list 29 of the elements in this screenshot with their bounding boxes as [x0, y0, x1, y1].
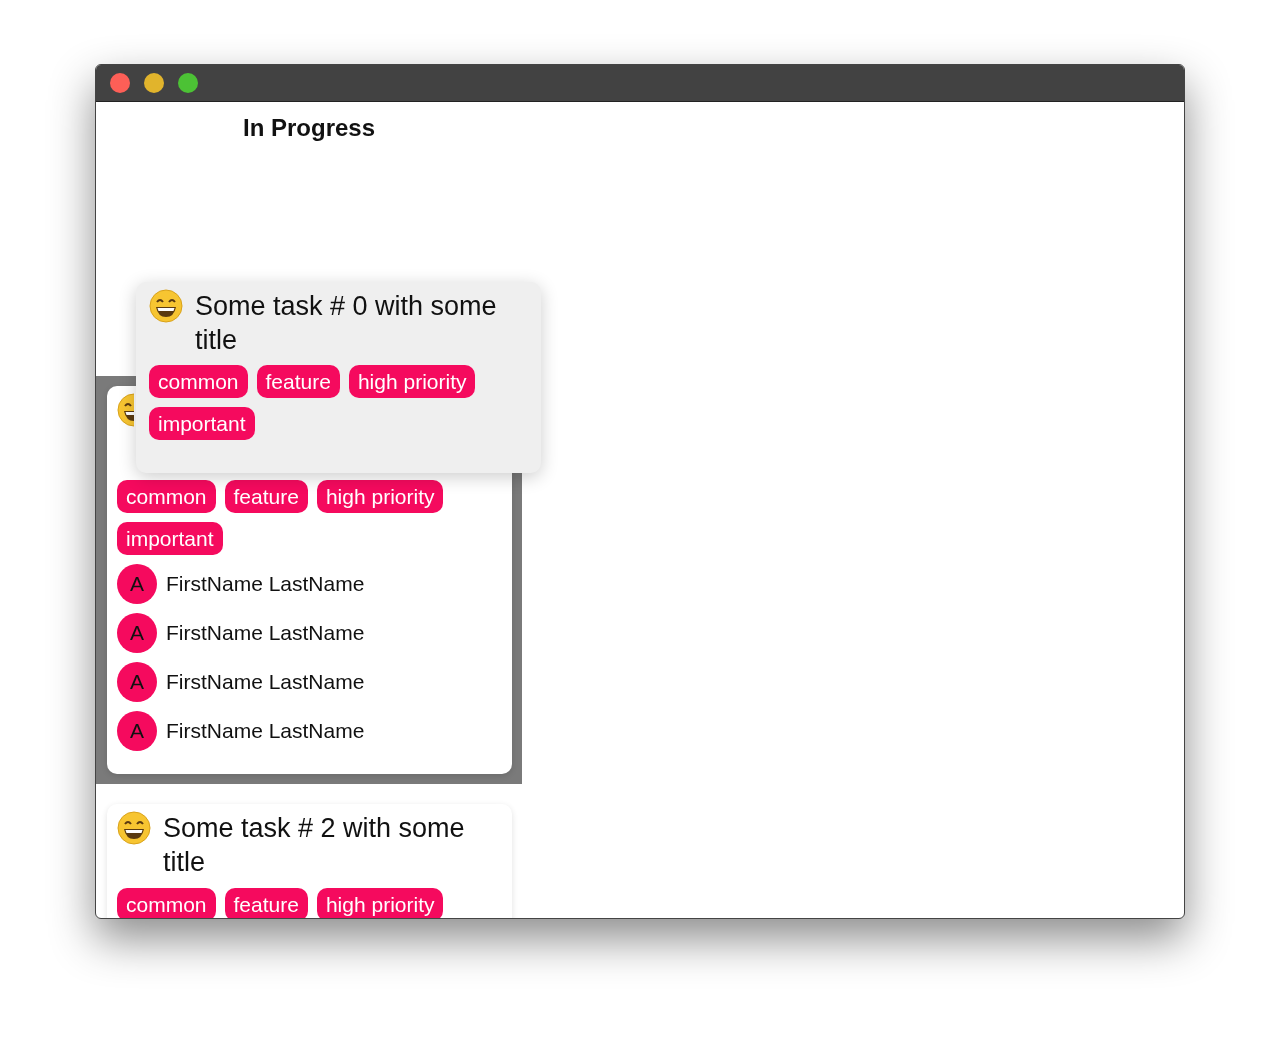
- grinning-face-icon: [117, 811, 151, 845]
- avatar: A: [117, 662, 157, 702]
- avatar: A: [117, 564, 157, 604]
- grinning-face-icon: [149, 289, 183, 323]
- tag-chip: high priority: [348, 365, 476, 398]
- tag-chip: common: [149, 365, 248, 398]
- zoom-button[interactable]: [178, 73, 198, 93]
- task-card[interactable]: Some task # 2 with some title common feature high priority: [107, 804, 512, 918]
- tag-chip: feature: [256, 365, 340, 398]
- tag-chip: important: [149, 407, 255, 440]
- tag-chip: high priority: [316, 480, 444, 513]
- column-title: In Progress: [242, 114, 375, 142]
- tag-chip: common: [117, 480, 216, 513]
- tag-chip: feature: [224, 888, 308, 918]
- tag-chip: common: [117, 888, 216, 918]
- assignee-name: FirstName LastName: [166, 719, 365, 743]
- minimize-button[interactable]: [144, 73, 164, 93]
- assignee-name: FirstName LastName: [166, 621, 365, 645]
- assignee-name: FirstName LastName: [166, 670, 365, 694]
- task-title: Some task # 2 with some title: [163, 812, 466, 879]
- tag-chip: high priority: [316, 888, 444, 918]
- drag-overlay[interactable]: Some task # 0 with some title common feature high priority important: [136, 282, 541, 473]
- task-title: Some task # 0 with some title: [195, 290, 498, 357]
- avatar: A: [117, 613, 157, 653]
- tag-chip: feature: [224, 480, 308, 513]
- avatar: A: [117, 711, 157, 751]
- assignee-name: FirstName LastName: [166, 572, 365, 596]
- tag-chip: important: [117, 522, 223, 555]
- close-button[interactable]: [110, 73, 130, 93]
